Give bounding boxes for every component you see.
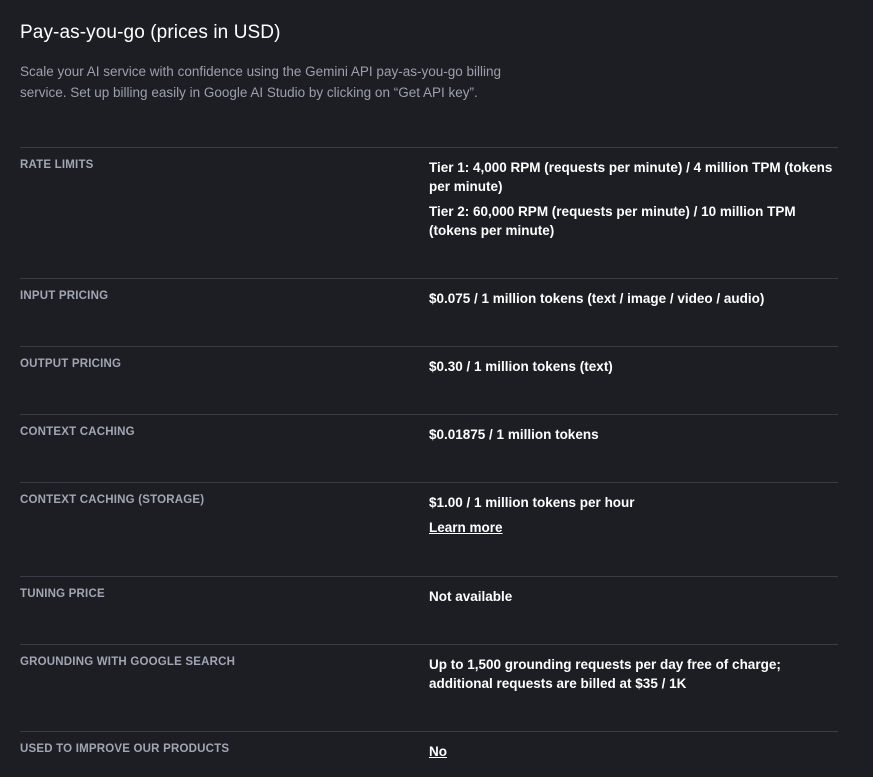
context-caching-storage-price: $1.00 / 1 million tokens per hour xyxy=(429,495,635,510)
row-label-context-caching-storage: CONTEXT CACHING (STORAGE) xyxy=(20,494,205,506)
improve-products-link[interactable]: No xyxy=(429,744,447,759)
row-value-rate-limits: Tier 1: 4,000 RPM (requests per minute) … xyxy=(429,158,839,246)
table-row-tuning-price: TUNING PRICE Not available xyxy=(20,577,838,645)
learn-more-link[interactable]: Learn more xyxy=(429,520,503,535)
table-row-rate-limits: RATE LIMITS Tier 1: 4,000 RPM (requests … xyxy=(20,148,838,279)
table-row-output-pricing: OUTPUT PRICING $0.30 / 1 million tokens … xyxy=(20,347,838,415)
row-label-context-caching: CONTEXT CACHING xyxy=(20,426,135,438)
rate-limit-tier2: Tier 2: 60,000 RPM (requests per minute)… xyxy=(429,204,796,238)
row-value-improve-products: No xyxy=(429,742,839,761)
row-label-rate-limits: RATE LIMITS xyxy=(20,159,94,171)
pricing-table: RATE LIMITS Tier 1: 4,000 RPM (requests … xyxy=(20,147,838,777)
row-value-context-caching-storage: $1.00 / 1 million tokens per hour Learn … xyxy=(429,493,839,537)
row-label-tuning-price: TUNING PRICE xyxy=(20,588,105,600)
pricing-section: Pay-as-you-go (prices in USD) Scale your… xyxy=(0,0,873,777)
row-value-context-caching: $0.01875 / 1 million tokens xyxy=(429,427,599,442)
table-row-input-pricing: INPUT PRICING $0.075 / 1 million tokens … xyxy=(20,279,838,347)
table-row-grounding: GROUNDING WITH GOOGLE SEARCH Up to 1,500… xyxy=(20,645,838,732)
row-label-improve-products: USED TO IMPROVE OUR PRODUCTS xyxy=(20,743,230,755)
row-value-input-pricing: $0.075 / 1 million tokens (text / image … xyxy=(429,291,765,306)
row-value-tuning-price: Not available xyxy=(429,589,513,604)
table-row-context-caching: CONTEXT CACHING $0.01875 / 1 million tok… xyxy=(20,415,838,483)
row-label-grounding: GROUNDING WITH GOOGLE SEARCH xyxy=(20,656,236,668)
table-row-context-caching-storage: CONTEXT CACHING (STORAGE) $1.00 / 1 mill… xyxy=(20,483,838,577)
row-value-grounding: Up to 1,500 grounding requests per day f… xyxy=(429,657,781,691)
table-row-improve-products: USED TO IMPROVE OUR PRODUCTS No xyxy=(20,732,838,777)
section-intro: Scale your AI service with confidence us… xyxy=(20,64,501,100)
row-value-output-pricing: $0.30 / 1 million tokens (text) xyxy=(429,359,613,374)
rate-limit-tier1: Tier 1: 4,000 RPM (requests per minute) … xyxy=(429,160,833,194)
section-title: Pay-as-you-go (prices in USD) xyxy=(20,22,281,43)
row-label-input-pricing: INPUT PRICING xyxy=(20,290,109,302)
row-label-output-pricing: OUTPUT PRICING xyxy=(20,358,122,370)
